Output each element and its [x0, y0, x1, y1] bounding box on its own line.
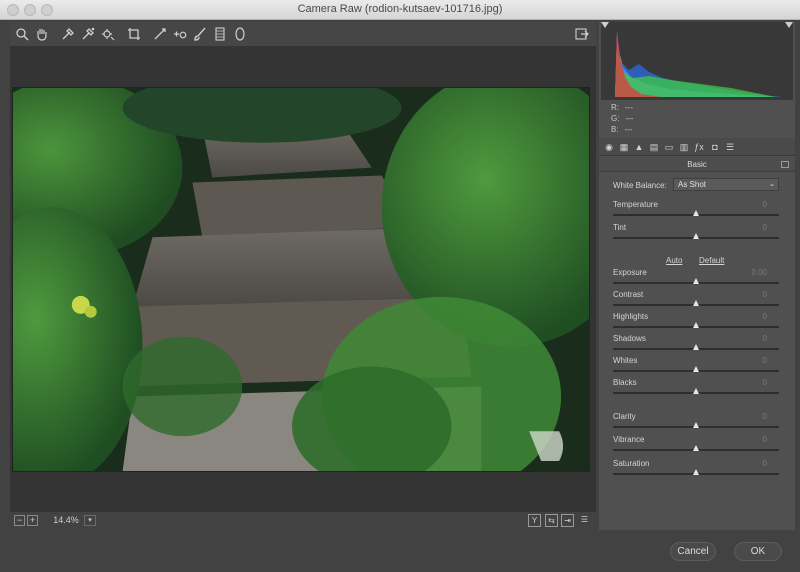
- section-title: Basic: [599, 157, 795, 172]
- photo-preview[interactable]: [12, 87, 590, 472]
- targeted-adjustment-tool-icon[interactable]: [100, 26, 116, 42]
- slider-exposure[interactable]: Exposure 0.00: [613, 268, 779, 288]
- tab-split-toning-icon[interactable]: ▭: [663, 141, 675, 153]
- tab-camera-calibration-icon[interactable]: ◘: [709, 141, 721, 153]
- section-menu-icon[interactable]: [781, 161, 789, 168]
- slider-label: Saturation: [613, 459, 650, 468]
- photo-stone-steps-image: [13, 88, 589, 471]
- slider-vibrance[interactable]: Vibrance 0: [613, 435, 779, 455]
- window-title: Camera Raw (rodion-kutsaev-101716.jpg): [297, 3, 503, 15]
- slider-value[interactable]: 0: [763, 412, 767, 421]
- slider-thumb[interactable]: [693, 344, 699, 350]
- auto-link[interactable]: Auto: [666, 256, 682, 265]
- crop-tool-icon[interactable]: [126, 26, 142, 42]
- export-icon[interactable]: [574, 26, 590, 42]
- status-bar: − + 14.4% ▾ Y ⇆ ⇥ ☰: [10, 512, 596, 530]
- tab-detail-icon[interactable]: ▲: [633, 141, 645, 153]
- slider-value[interactable]: 0: [763, 223, 767, 232]
- zoom-tool-icon[interactable]: [14, 26, 30, 42]
- slider-label: Contrast: [613, 290, 644, 299]
- slider-label: Shadows: [613, 334, 646, 343]
- ok-button[interactable]: OK: [734, 542, 782, 561]
- panel-tabs: ◉ ▦ ▲ ▤ ▭ ▥ ƒx ◘ ☰: [599, 138, 795, 156]
- hand-tool-icon[interactable]: [34, 26, 50, 42]
- slider-value[interactable]: 0: [763, 435, 767, 444]
- straighten-tool-icon[interactable]: [152, 26, 168, 42]
- slider-thumb[interactable]: [693, 469, 699, 475]
- slider-label: Clarity: [613, 412, 636, 421]
- color-sampler-tool-icon[interactable]: [80, 26, 96, 42]
- slider-saturation[interactable]: Saturation 0: [613, 459, 779, 479]
- white-balance-label: White Balance:: [613, 181, 667, 190]
- slider-label: Exposure: [613, 268, 647, 277]
- slider-thumb[interactable]: [693, 366, 699, 372]
- slider-label: Tint: [613, 223, 627, 232]
- slider-value[interactable]: 0: [763, 356, 767, 365]
- slider-thumb[interactable]: [693, 210, 699, 216]
- copy-settings-icon[interactable]: ⇥: [561, 514, 574, 527]
- zoom-out-button[interactable]: −: [14, 515, 25, 526]
- cancel-button[interactable]: Cancel: [670, 542, 716, 561]
- tab-hsl-icon[interactable]: ▤: [648, 141, 660, 153]
- slider-value[interactable]: 0: [763, 312, 767, 321]
- adjustment-brush-tool-icon[interactable]: [192, 26, 208, 42]
- slider-label: Temperature: [613, 200, 658, 209]
- adjustments-panel: R: --- G: --- B: --- ◉ ▦ ▲ ▤ ▭ ▥ ƒx ◘ ☰ Bas…: [599, 22, 795, 530]
- slider-thumb[interactable]: [693, 422, 699, 428]
- rgb-readout: R: --- G: --- B: ---: [611, 103, 634, 134]
- tab-tone-curve-icon[interactable]: ▦: [618, 141, 630, 153]
- white-balance-tool-icon[interactable]: [60, 26, 76, 42]
- slider-thumb[interactable]: [693, 233, 699, 239]
- slider-label: Highlights: [613, 312, 649, 321]
- slider-value[interactable]: 0: [763, 290, 767, 299]
- slider-label: Vibrance: [613, 435, 645, 444]
- slider-value[interactable]: 0: [763, 200, 767, 209]
- preview-preferences-icon[interactable]: ☰: [578, 514, 591, 527]
- slider-thumb[interactable]: [693, 388, 699, 394]
- slider-temperature[interactable]: Temperature 0: [613, 200, 779, 220]
- tab-lens-corrections-icon[interactable]: ▥: [678, 141, 690, 153]
- swap-settings-icon[interactable]: ⇆: [545, 514, 558, 527]
- chevron-down-icon: ⌄: [769, 181, 775, 188]
- slider-thumb[interactable]: [693, 322, 699, 328]
- slider-highlights[interactable]: Highlights 0: [613, 312, 779, 332]
- histogram: [601, 22, 793, 100]
- tab-presets-icon[interactable]: ☰: [724, 141, 736, 153]
- zoom-in-button[interactable]: +: [27, 515, 38, 526]
- graduated-filter-tool-icon[interactable]: [212, 26, 228, 42]
- slider-value[interactable]: 0: [763, 378, 767, 387]
- tool-bar: [10, 22, 596, 46]
- radial-filter-tool-icon[interactable]: [232, 26, 248, 42]
- slider-label: Whites: [613, 356, 638, 365]
- toggle-before-after-icon[interactable]: Y: [528, 514, 541, 527]
- tab-effects-icon[interactable]: ƒx: [693, 141, 705, 153]
- slider-contrast[interactable]: Contrast 0: [613, 290, 779, 310]
- zoom-level: 14.4%: [53, 515, 79, 525]
- white-balance-select[interactable]: As Shot ⌄: [673, 178, 779, 191]
- histogram-graph: [601, 22, 793, 100]
- slider-value[interactable]: 0: [763, 334, 767, 343]
- slider-label: Blacks: [613, 378, 637, 387]
- slider-value[interactable]: 0.00: [751, 268, 767, 277]
- slider-tint[interactable]: Tint 0: [613, 223, 779, 243]
- title-bar: Camera Raw (rodion-kutsaev-101716.jpg): [0, 0, 800, 20]
- slider-thumb[interactable]: [693, 300, 699, 306]
- slider-thumb[interactable]: [693, 445, 699, 451]
- spot-removal-tool-icon[interactable]: [172, 26, 188, 42]
- slider-shadows[interactable]: Shadows 0: [613, 334, 779, 354]
- zoom-dropdown-button[interactable]: ▾: [84, 515, 96, 526]
- slider-blacks[interactable]: Blacks 0: [613, 378, 779, 398]
- slider-value[interactable]: 0: [763, 459, 767, 468]
- slider-whites[interactable]: Whites 0: [613, 356, 779, 376]
- tab-basic-icon[interactable]: ◉: [603, 141, 615, 153]
- slider-thumb[interactable]: [693, 278, 699, 284]
- default-link[interactable]: Default: [699, 256, 724, 265]
- slider-clarity[interactable]: Clarity 0: [613, 412, 779, 432]
- camera-raw-window: Camera Raw (rodion-kutsaev-101716.jpg) −…: [0, 0, 800, 572]
